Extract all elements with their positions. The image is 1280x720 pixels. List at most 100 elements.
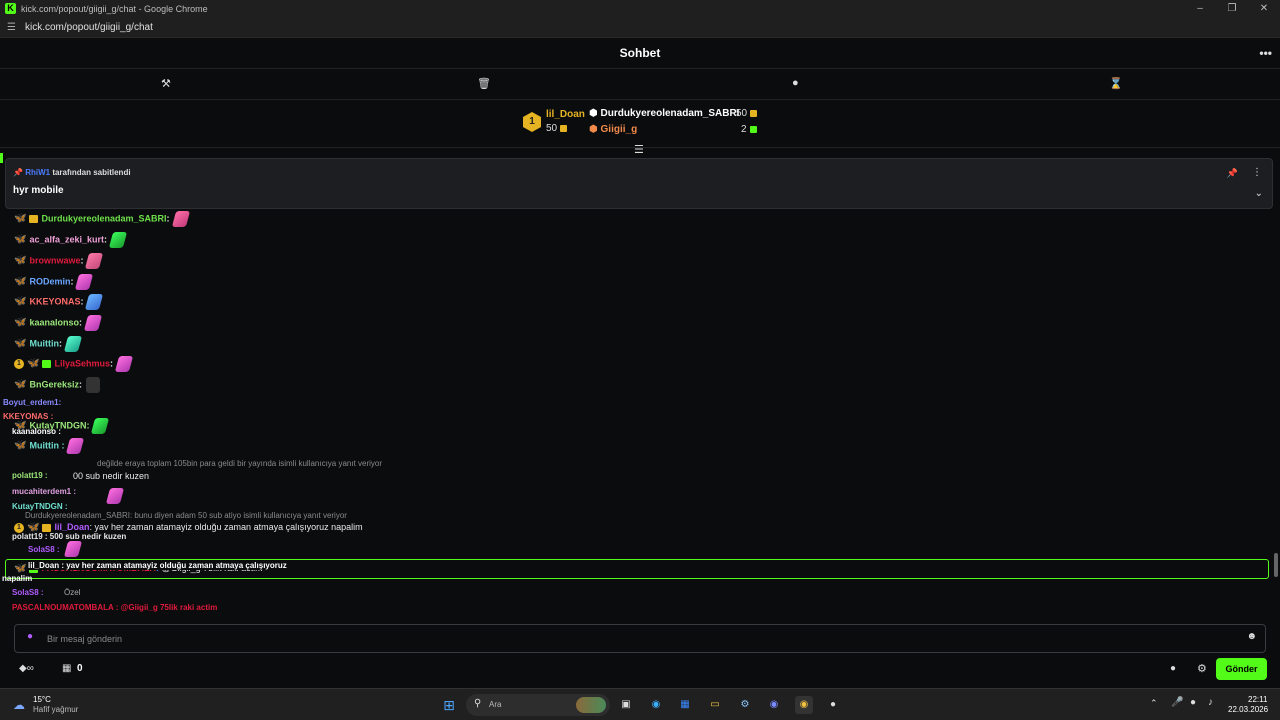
overlay-message: polatt19 :: [12, 471, 48, 480]
butterfly-badge-icon: 🦋: [14, 255, 27, 267]
emoji-icon[interactable]: ☻: [1246, 631, 1257, 642]
gift-leaderboard: 1 lil_Doan 50 ⬢ Durdukyereolenadam_SABRI…: [0, 100, 1280, 148]
store-icon[interactable]: ▦: [62, 663, 71, 674]
more-options-icon[interactable]: •••: [1259, 46, 1272, 60]
gift-badge-icon: [42, 360, 52, 368]
emote-image: [85, 253, 104, 269]
scrollbar[interactable]: [1274, 553, 1278, 577]
chrome-icon[interactable]: ◉: [795, 696, 813, 714]
clock-date[interactable]: 22.03.2026: [1228, 705, 1268, 714]
emote-image: [105, 488, 125, 504]
message-input[interactable]: [47, 631, 1227, 647]
live-indicator: [0, 153, 3, 163]
minimize-icon[interactable]: –: [1184, 0, 1216, 17]
chat-bubble-icon[interactable]: ●: [792, 77, 799, 89]
window-controls: – ❐ ✕: [1184, 0, 1280, 17]
windows-start-icon[interactable]: ⊞: [440, 696, 458, 714]
emote-image: [63, 336, 83, 352]
weather-temp[interactable]: 15°C: [33, 695, 51, 704]
butterfly-badge-icon: 🦋: [14, 563, 27, 574]
leader-third[interactable]: ⬢ Giigii_g: [589, 124, 637, 135]
points-count: 0: [77, 663, 83, 674]
settings-app-icon[interactable]: ⚙: [736, 696, 754, 714]
chat-bottom-bar: ◆∞ ▦ 0 ● ⚙: [0, 656, 1280, 684]
send-button[interactable]: Gönder: [1216, 658, 1267, 680]
emote-image: [171, 211, 190, 227]
chat-message: 🦋 ac_alfa_zeki_kurt:: [14, 232, 128, 248]
chat-message: 🦋 Durdukyereolenadam_SABRI:: [14, 211, 190, 227]
overlay-message: SolaS8 :: [28, 545, 60, 554]
leader-first-name[interactable]: lil_Doan: [546, 109, 585, 120]
close-icon[interactable]: ✕: [1248, 0, 1280, 17]
message-input-container[interactable]: ● ☻: [14, 624, 1266, 653]
overlay-message: polatt19 : 500 sub nedir kuzen: [12, 532, 127, 541]
hammer-icon[interactable]: ⚒: [161, 77, 171, 90]
gift-icon: [749, 125, 757, 133]
leader-third-count: 2: [741, 124, 757, 135]
chevron-down-icon[interactable]: ⌄: [1255, 188, 1263, 199]
butterfly-badge-icon: 🦋: [14, 379, 27, 391]
overlay-message: napalim: [2, 574, 33, 583]
microphone-icon[interactable]: ●: [27, 631, 33, 642]
gift-badge-icon: [42, 523, 52, 532]
emote-image: [83, 315, 103, 331]
chat-message: 🦋 Muittin:: [14, 336, 83, 352]
kick-logo-icon: K: [5, 3, 16, 14]
address-bar[interactable]: ☰ kick.com/popout/giigii_g/chat: [0, 17, 1280, 38]
emote-image: [85, 294, 104, 310]
butterfly-badge-icon: 🦋: [14, 317, 27, 329]
message-text: 00 sub nedir kuzen: [73, 471, 150, 481]
clock-time[interactable]: 22:11: [1248, 695, 1267, 704]
pin-icon[interactable]: 📌: [1227, 168, 1238, 179]
discord-icon[interactable]: ◉: [765, 696, 783, 714]
leader-first-count: 50: [546, 123, 568, 134]
store-app-icon[interactable]: ▦: [676, 696, 694, 714]
butterfly-badge-icon: 🦋: [14, 296, 27, 308]
reply-context[interactable]: Durdukyereolenadam_SABRI: bunu diyen ada…: [25, 511, 347, 520]
overlay-message: lil_Doan : yav her zaman atamayiz olduğu…: [28, 561, 287, 570]
overlay-message: kaanalonso :: [12, 427, 61, 436]
message-text: Özel: [64, 588, 81, 597]
leader-second-count: 50: [736, 108, 758, 119]
chat-message: 🦋 KKEYONAS:: [14, 294, 104, 310]
overlay-message: PASCALNOUMATOMBALA : @Giigii_g 75lik rak…: [12, 603, 218, 612]
chat-title: Sohbet: [619, 46, 661, 60]
trash-icon[interactable]: 🗑: [477, 77, 491, 90]
overlay-message: KutayTNDGN :: [12, 502, 68, 511]
weather-desc: Hafif yağmur: [33, 705, 79, 714]
infinity-points-icon[interactable]: ◆∞: [19, 663, 34, 674]
wifi-icon[interactable]: ●: [1190, 697, 1196, 708]
chat-bubble-icon[interactable]: ●: [1170, 663, 1176, 674]
weather-icon[interactable]: ☁: [13, 698, 25, 712]
filter-icon[interactable]: ☰: [634, 143, 644, 156]
pinned-message[interactable]: 📌 RhiW1 tarafından sabitlendi hyr mobile…: [5, 158, 1273, 209]
butterfly-badge-icon: 🦋: [27, 358, 40, 370]
microphone-icon[interactable]: 🎤: [1171, 697, 1183, 708]
rank-badge: 1: [523, 112, 541, 132]
edge-browser-icon[interactable]: ◉: [647, 696, 665, 714]
butterfly-badge-icon: 🦋: [14, 213, 27, 225]
task-view-icon[interactable]: ▣: [617, 696, 635, 714]
gift-badge-icon: [29, 215, 39, 223]
chevron-up-icon[interactable]: ⌃: [1150, 698, 1158, 709]
chat-message: 🦋 brownwawe:: [14, 253, 104, 269]
gift-icon: [560, 124, 568, 132]
file-explorer-icon[interactable]: ▭: [706, 696, 724, 714]
subscriber-badge-icon: 1: [14, 359, 24, 369]
pin-menu-icon[interactable]: ⋮: [1252, 167, 1262, 178]
emote-image: [75, 274, 94, 290]
emote-image: [91, 418, 110, 434]
butterfly-badge-icon: 🦋: [14, 276, 27, 288]
reply-context[interactable]: değilde eraya toplam 105bin para geldi b…: [97, 459, 382, 468]
restore-icon[interactable]: ❐: [1216, 0, 1248, 17]
overlay-message: mucahiterdem1 :: [12, 487, 77, 496]
site-settings-icon[interactable]: ☰: [7, 22, 19, 33]
obs-icon[interactable]: ●: [824, 696, 842, 714]
hourglass-icon[interactable]: ⌛: [1109, 77, 1123, 90]
chat-message: 1 🦋 LilyaSehmus:: [14, 356, 134, 372]
leader-second[interactable]: ⬢ Durdukyereolenadam_SABRI: [589, 108, 739, 119]
volume-icon[interactable]: ♪: [1208, 697, 1213, 708]
taskbar-search[interactable]: ⚲ Ara: [466, 694, 610, 716]
gear-icon[interactable]: ⚙: [1197, 662, 1207, 675]
search-highlight-image: [576, 697, 606, 713]
